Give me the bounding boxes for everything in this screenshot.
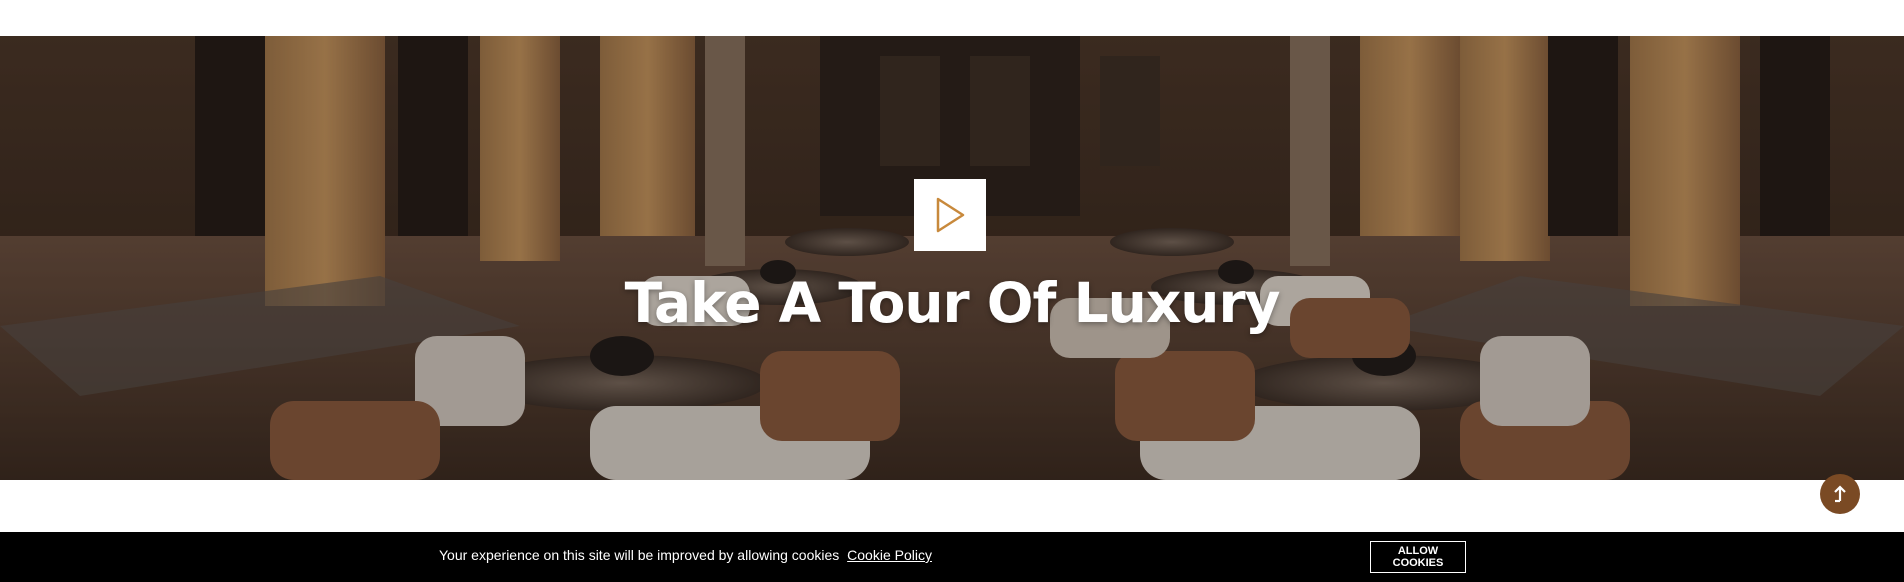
cookie-message-text: Your experience on this site will be imp…	[439, 547, 840, 563]
cookie-message: Your experience on this site will be imp…	[439, 547, 932, 563]
video-hero-section: Take A Tour Of Luxury	[0, 36, 1904, 480]
cookie-policy-link[interactable]: Cookie Policy	[847, 547, 932, 563]
page: Take A Tour Of Luxury Your experience on…	[0, 0, 1904, 582]
arrow-up-icon	[1834, 485, 1846, 503]
scroll-to-top-button[interactable]	[1820, 474, 1860, 514]
cookie-consent-bar: Your experience on this site will be imp…	[0, 532, 1904, 582]
allow-cookies-button[interactable]: ALLOW COOKIES	[1370, 541, 1466, 573]
play-video-button[interactable]	[914, 179, 986, 251]
play-icon	[936, 197, 965, 233]
hero-title: Take A Tour Of Luxury	[624, 271, 1281, 335]
hero-overlay	[0, 36, 1904, 480]
